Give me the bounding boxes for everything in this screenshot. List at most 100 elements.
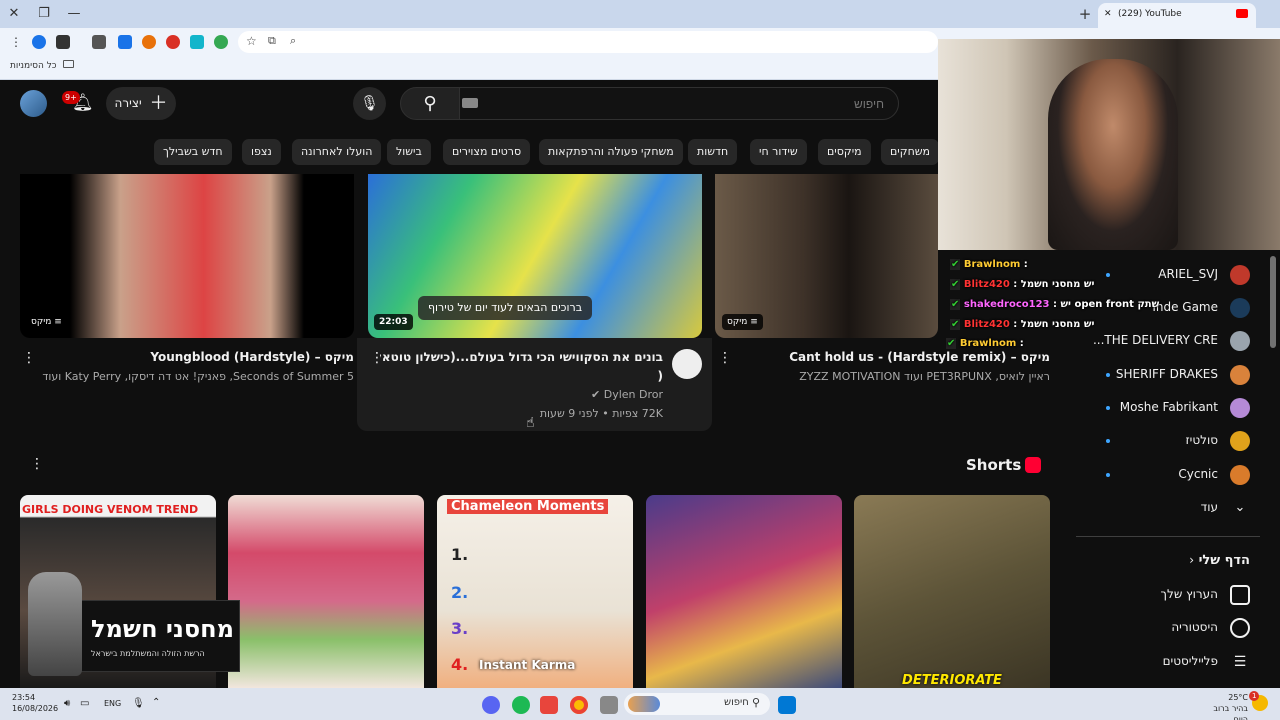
- video-title-line2[interactable]: (: [380, 369, 663, 383]
- sidebar-show-more[interactable]: ⌄ עוד: [1080, 494, 1260, 522]
- video-title[interactable]: מיקס – Cant hold us - (Hardstyle remix): [760, 350, 1050, 364]
- subscription-label: SHERIFF DRAKES: [1115, 367, 1218, 381]
- discord-icon[interactable]: [482, 696, 500, 714]
- chip-mixes[interactable]: מיקסים: [818, 139, 871, 165]
- sidebar-scrollbar[interactable]: [1270, 256, 1276, 348]
- chip-cartoons[interactable]: סרטים מצוירים: [443, 139, 531, 165]
- chevron-left-icon: ‹: [1189, 553, 1194, 567]
- file-explorer-icon[interactable]: [600, 696, 618, 714]
- short-thumbnail[interactable]: [646, 495, 842, 688]
- sidebar-divider: [1076, 536, 1260, 537]
- sidebar-you-header[interactable]: הדף שלי ‹: [1080, 547, 1260, 575]
- extension-icon[interactable]: [214, 35, 228, 49]
- app-icon[interactable]: [540, 696, 558, 714]
- translate-icon[interactable]: [190, 35, 204, 49]
- search-button[interactable]: ⚲: [400, 87, 460, 120]
- tab-youtube[interactable]: ✕ (229) YouTube: [1098, 3, 1256, 28]
- subscription-label: Moshe Fabrikant: [1119, 400, 1218, 414]
- chip-news[interactable]: חדשות: [688, 139, 738, 165]
- address-bar[interactable]: ☆ ⧉ ⌕: [238, 31, 938, 53]
- chip-live[interactable]: שידור חי: [750, 139, 807, 165]
- avatar[interactable]: [20, 90, 47, 117]
- zoom-icon[interactable]: ⌕: [290, 34, 296, 48]
- menu-icon[interactable]: ⋮: [10, 35, 22, 49]
- sidebar-subscription[interactable]: Moshe Fabrikant: [1080, 394, 1260, 422]
- shorts-menu-icon[interactable]: ⋮: [30, 456, 44, 472]
- network-icon[interactable]: ▭: [80, 698, 89, 709]
- restore-window-icon[interactable]: ❐: [36, 6, 52, 22]
- voice-search-mic-icon[interactable]: 🎙︎: [353, 87, 386, 120]
- all-bookmarks-link[interactable]: כל הסימניות: [10, 60, 75, 71]
- channel-avatar[interactable]: [672, 349, 702, 379]
- video-title[interactable]: מיקס – Youngblood (Hardstyle): [60, 350, 354, 364]
- extension-icon[interactable]: [118, 35, 132, 49]
- video-menu-icon[interactable]: ⋮: [718, 350, 732, 366]
- chevron-up-icon[interactable]: ⌃: [152, 697, 160, 708]
- sidebar-subscription[interactable]: Cycnic: [1080, 461, 1260, 489]
- sidebar-item-playlists[interactable]: ☰ פלייליסטים: [1080, 648, 1260, 676]
- short-thumbnail[interactable]: [228, 495, 424, 688]
- channel-avatar: [1230, 398, 1250, 418]
- plus-icon: ＋: [149, 93, 168, 114]
- short-thumbnail[interactable]: DETERIORATE: [854, 495, 1050, 688]
- chip-cooking[interactable]: בישול: [387, 139, 431, 165]
- share-icon[interactable]: ⧉: [268, 34, 276, 48]
- extension-icon[interactable]: [166, 35, 180, 49]
- bookmark-star-icon[interactable]: ☆: [246, 34, 257, 48]
- chat-text: יש מחסני חשמל: [1020, 279, 1095, 290]
- taskbar-search[interactable]: חיפוש ⚲: [624, 693, 770, 715]
- chat-message: ✔ shakedroco123 : יש open front שתק: [950, 299, 1160, 310]
- sidebar-item-your-channel[interactable]: הערוץ שלך: [1080, 581, 1260, 609]
- search-input[interactable]: [459, 87, 899, 120]
- sidebar-subscription[interactable]: ARIEL_SVJ: [1080, 261, 1260, 289]
- channel-avatar: [1230, 265, 1250, 285]
- account-box-icon: [1230, 585, 1250, 605]
- spotify-icon[interactable]: [512, 696, 530, 714]
- chip-action-adventure[interactable]: משחקי פעולה והרפתקאות: [539, 139, 683, 165]
- video-menu-icon[interactable]: ⋮: [370, 350, 384, 366]
- channel-name[interactable]: Dylen Dror ✔: [480, 388, 663, 401]
- sidebar-subscription[interactable]: סולטיז: [1080, 427, 1260, 455]
- streamer-figure: [1048, 59, 1178, 250]
- chip-new-for-you[interactable]: חדש בשבילך: [154, 139, 232, 165]
- video-thumbnail[interactable]: ברוכים הבאים לעוד יום של טירוף 22:03: [368, 174, 702, 338]
- reading-list-icon[interactable]: [56, 35, 70, 49]
- sidebar-subscription[interactable]: THE DELIVERY CRE...: [1080, 327, 1260, 355]
- create-button[interactable]: יצירה ＋: [106, 87, 176, 120]
- extensions-puzzle-icon[interactable]: [92, 35, 106, 49]
- microphone-icon[interactable]: 🎙︎: [132, 698, 145, 709]
- subscription-label: THE DELIVERY CRE...: [1092, 333, 1218, 347]
- sidebar-subscription[interactable]: SHERIFF DRAKES: [1080, 361, 1260, 389]
- language-indicator[interactable]: ENG: [104, 699, 121, 708]
- new-tab-icon[interactable]: +: [1077, 6, 1093, 22]
- subscription-label: ARIEL_SVJ: [1158, 267, 1218, 281]
- chip-gaming[interactable]: משחקים: [881, 139, 940, 165]
- extension-icon[interactable]: [142, 35, 156, 49]
- close-tab-icon[interactable]: ✕: [1104, 9, 1112, 19]
- minimize-window-icon[interactable]: —: [66, 6, 82, 22]
- video-thumbnail[interactable]: מיקס ≡: [715, 174, 938, 338]
- video-title[interactable]: בונים את הסקווישי הכי גדול בעולם...(כישל…: [380, 350, 663, 364]
- close-window-icon[interactable]: ✕: [6, 6, 22, 22]
- weather-widget[interactable]: 25°C בהיר ברוב היום: [1204, 692, 1248, 720]
- short-thumbnail[interactable]: Chameleon Moments 1. 2. 3. 4. Instant Ka…: [437, 495, 633, 688]
- chip-watched[interactable]: נצפו: [242, 139, 281, 165]
- video-thumbnail[interactable]: מיקס ≡: [20, 174, 354, 338]
- volume-icon[interactable]: 🔊︎: [64, 698, 70, 709]
- short-overlay-text: GIRLS DOING VENOM TREND: [22, 503, 199, 516]
- chat-badge-icon: ✔: [950, 259, 961, 270]
- chrome-icon[interactable]: [570, 696, 588, 714]
- stream-sponsor-banner: מחסני חשמל הרשת הזולה והמשתלמת בישראל: [62, 600, 240, 672]
- extension-icon[interactable]: [32, 35, 46, 49]
- taskbar-clock[interactable]: 23:54 16/08/2026: [12, 692, 58, 714]
- video-subtitle: ראיין לואיס, PET3RPUNX ועוד ZYZZ MOTIVAT…: [799, 370, 1050, 383]
- channel-avatar: [1230, 431, 1250, 451]
- mix-badge: מיקס ≡: [26, 314, 67, 330]
- chip-recently-uploaded[interactable]: הועלו לאחרונה: [292, 139, 382, 165]
- keyboard-icon[interactable]: [462, 98, 478, 108]
- folder-icon: [63, 60, 75, 68]
- windows-start-icon[interactable]: [778, 696, 796, 714]
- chat-message: ✔ Brawlnom :: [946, 338, 1024, 349]
- video-menu-icon[interactable]: ⋮: [22, 350, 36, 366]
- sidebar-item-history[interactable]: היסטוריה: [1080, 614, 1260, 642]
